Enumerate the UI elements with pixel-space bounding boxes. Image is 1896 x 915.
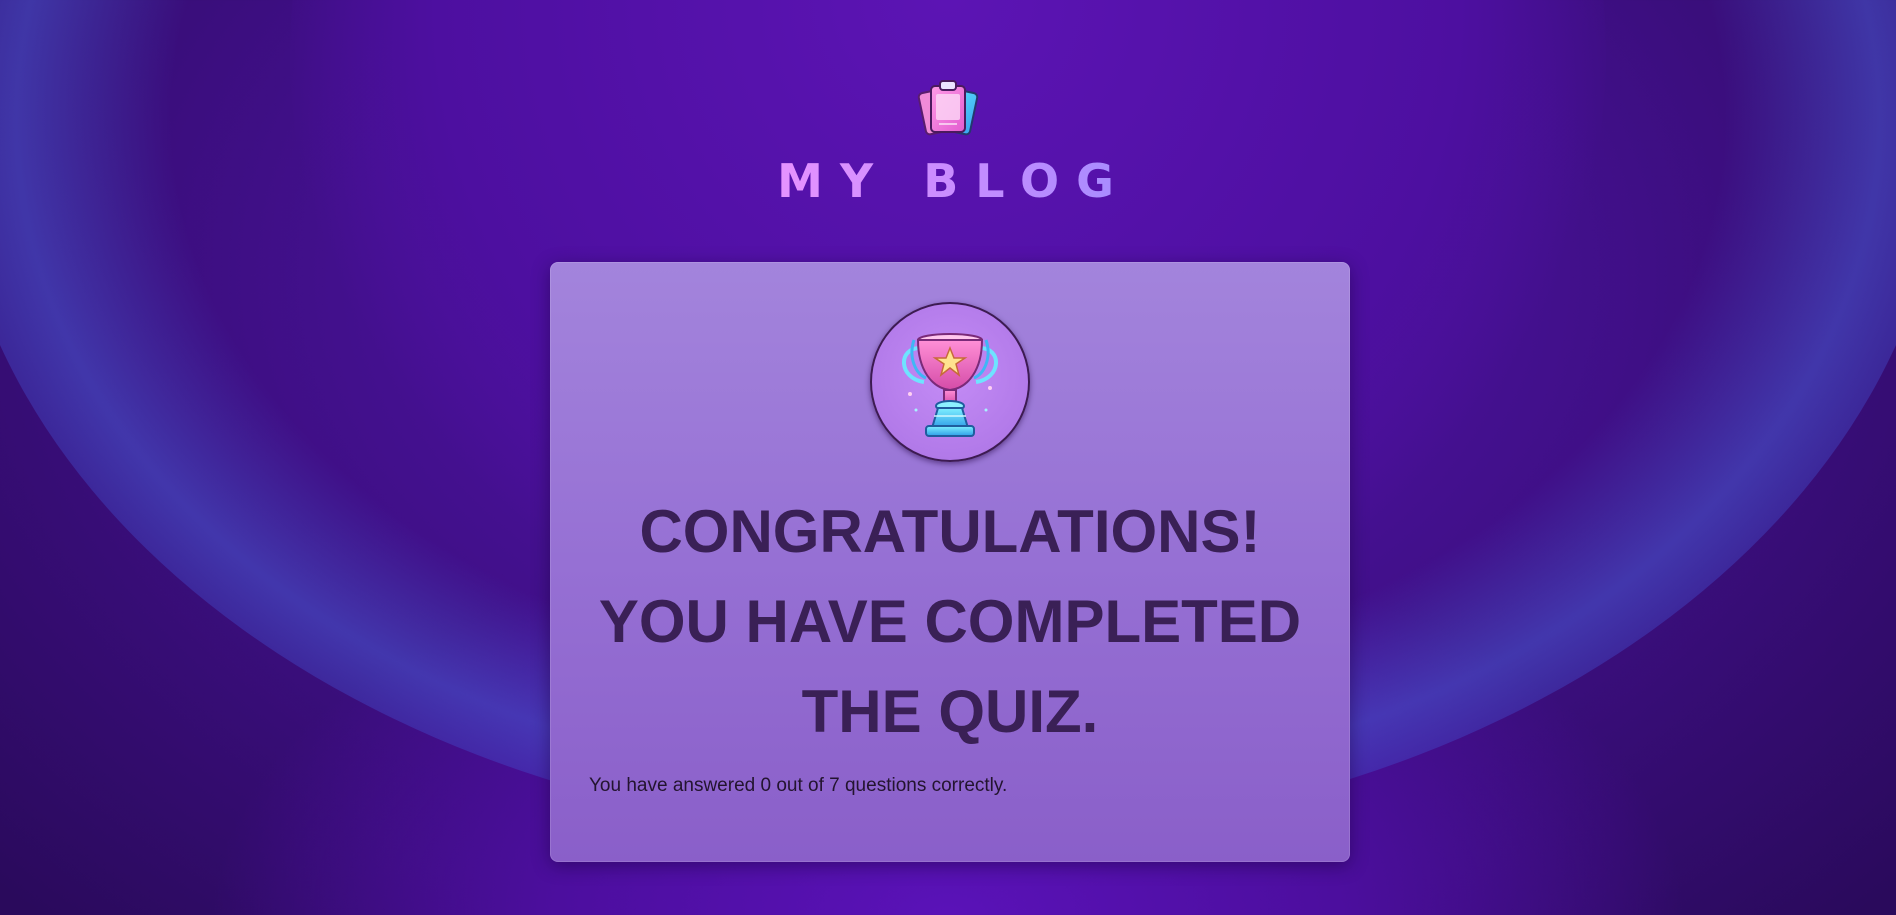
- clipboard-cards-icon[interactable]: [916, 76, 980, 140]
- quiz-result-card: CONGRATULATIONS! YOU HAVE COMPLETED THE …: [550, 262, 1350, 862]
- trophy-badge: [870, 302, 1030, 462]
- site-header: MY BLOG: [0, 76, 1896, 208]
- score-summary: You have answered 0 out of 7 questions c…: [589, 775, 1008, 796]
- completion-headline: CONGRATULATIONS! YOU HAVE COMPLETED THE …: [598, 498, 1302, 745]
- site-title[interactable]: MY BLOG: [777, 154, 1131, 208]
